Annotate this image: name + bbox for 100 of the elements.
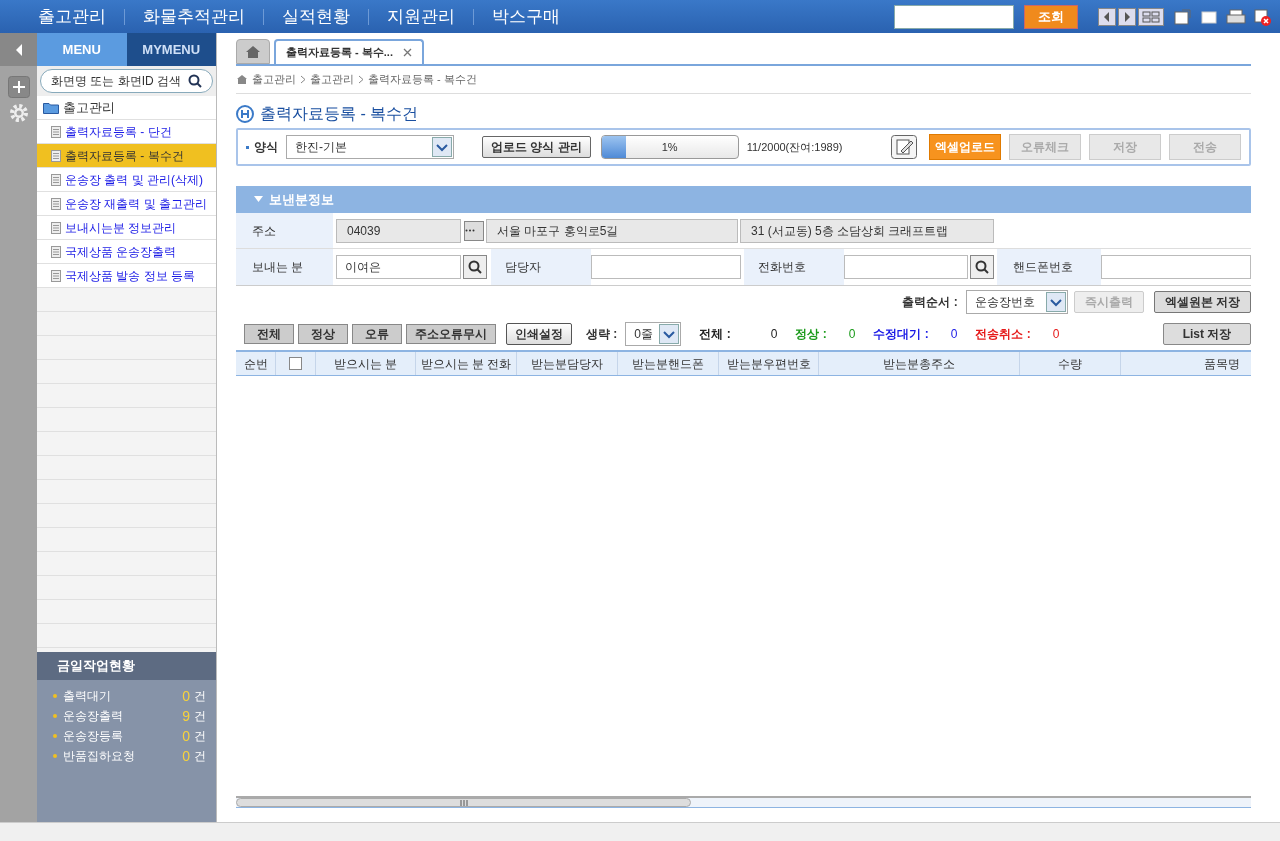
breadcrumb-item[interactable]: 출고관리 — [252, 71, 296, 88]
field-label: 생략 : — [586, 326, 618, 343]
menu-link[interactable]: 박스구매 — [474, 3, 578, 30]
chevron-icon — [300, 75, 306, 84]
print-settings-button[interactable]: 인쇄설정 — [506, 323, 572, 345]
summary-count: 0 — [848, 326, 856, 343]
summary-count: 0 — [950, 326, 958, 343]
edit-icon[interactable] — [891, 135, 917, 159]
page-tab[interactable]: 출력자료등록 - 복수... — [274, 39, 424, 64]
next-icon[interactable] — [1118, 7, 1136, 26]
menu-tab[interactable]: MYMENU — [126, 33, 216, 66]
close-icon[interactable] — [402, 48, 412, 57]
search-button[interactable] — [970, 255, 994, 279]
previous-icon[interactable] — [1098, 7, 1116, 26]
home-icon — [245, 44, 261, 59]
document-icon — [51, 173, 61, 186]
column-header[interactable]: 받는분담당자 — [531, 354, 603, 373]
search-icon[interactable] — [188, 74, 202, 88]
skip-select[interactable]: 0줄 — [625, 322, 682, 346]
status-unit: 건 — [194, 748, 206, 765]
document-icon — [51, 125, 61, 138]
column-header[interactable]: 받는분총주소 — [883, 354, 955, 373]
search-icon — [468, 260, 482, 274]
status-label: 운송장출력 — [63, 708, 124, 725]
select-all-checkbox[interactable] — [289, 357, 302, 370]
status-label: 반품집하요청 — [63, 748, 136, 765]
print-icon[interactable] — [1226, 7, 1246, 26]
column-header[interactable]: 품목명 — [1204, 354, 1240, 373]
column-header[interactable]: 수량 — [1058, 354, 1082, 373]
text-field[interactable]: 이여은 — [336, 255, 461, 279]
document-icon — [51, 221, 61, 234]
field-label: 주소 — [236, 213, 333, 248]
field-label: 핸드폰번호 — [997, 249, 1101, 285]
home-icon — [236, 74, 248, 85]
search-button[interactable] — [463, 255, 487, 279]
order-select[interactable]: 운송장번호 — [965, 290, 1068, 314]
readonly-field: 31 (서교동) 5층 소담상회 크래프트랩 — [740, 218, 994, 243]
form-select[interactable]: 한진-기본 — [286, 135, 454, 159]
popup-icon[interactable] — [1174, 7, 1192, 26]
title-logo-icon — [236, 105, 254, 123]
collapse-button[interactable] — [0, 33, 37, 66]
breadcrumb-item[interactable]: 출력자료등록 - 복수건 — [368, 71, 477, 88]
readonly-field: 04039 — [336, 218, 461, 243]
home-tab[interactable] — [236, 39, 270, 64]
bullet-icon — [246, 145, 249, 149]
dropdown-icon — [432, 137, 452, 157]
output-button[interactable]: 엑셀원본 저장 — [1153, 291, 1251, 313]
menu-link[interactable]: 실적현황 — [264, 3, 368, 30]
column-header[interactable]: 받으시는 분 — [333, 354, 398, 373]
menu-link[interactable]: 출고관리 — [20, 3, 124, 30]
column-header[interactable]: 받으시는 분 전화 — [420, 354, 512, 373]
scrollbar-thumb[interactable] — [236, 798, 691, 807]
summary-count: 0 — [1052, 326, 1060, 343]
status-unit: 건 — [194, 688, 206, 705]
bullet-icon — [53, 734, 57, 738]
breadcrumb-item[interactable]: 출고관리 — [310, 71, 354, 88]
form-label: 양식 — [254, 139, 278, 156]
summary-label: 수정대기 : — [873, 326, 929, 343]
filter-button[interactable]: 전체 — [244, 324, 294, 344]
browse-button[interactable] — [464, 220, 484, 241]
field-label: 담당자 — [491, 249, 591, 285]
document-icon — [51, 197, 61, 210]
status-label: 출력대기 — [63, 688, 112, 705]
status-count: 0 — [182, 746, 190, 766]
list-save-button[interactable]: List 저장 — [1163, 323, 1251, 345]
summary-count: 0 — [770, 326, 778, 343]
bullet-icon — [53, 754, 57, 758]
section-title: 보낸분정보 — [269, 190, 334, 209]
status-unit: 건 — [194, 708, 206, 725]
plus-icon[interactable] — [7, 76, 30, 98]
more-icon — [465, 229, 475, 232]
summary-label: 전송취소 : — [975, 326, 1031, 343]
column-header[interactable]: 받는분우편번호 — [726, 354, 811, 373]
menu-link[interactable]: 지원관리 — [369, 3, 473, 30]
folder-icon — [43, 101, 59, 114]
grid-icon[interactable] — [1138, 7, 1164, 26]
status-count: 0 — [182, 686, 190, 706]
dropdown-icon — [659, 324, 680, 344]
search-field[interactable] — [894, 4, 1014, 29]
progress-reading: 1% — [660, 139, 679, 155]
filter-button[interactable]: 정상 — [298, 324, 348, 344]
grip-icon — [459, 799, 468, 806]
horizontal-scrollbar[interactable] — [236, 796, 1251, 808]
bullet-icon — [53, 714, 57, 718]
text-field[interactable] — [591, 255, 741, 279]
manage-button[interactable]: 업로드 양식 관리 — [482, 136, 591, 158]
menu-search-field[interactable]: 화면명 또는 화면ID 검색 — [40, 69, 213, 93]
text-field[interactable] — [1101, 255, 1251, 279]
status-count: 0 — [182, 726, 190, 746]
column-header[interactable]: 순번 — [243, 354, 268, 373]
text-field[interactable] — [844, 255, 968, 279]
column-header[interactable]: 받는분핸드폰 — [632, 354, 704, 373]
status-unit: 건 — [194, 728, 206, 745]
close-icon[interactable] — [1254, 7, 1272, 26]
menu-item[interactable]: 출력자료등록 - 복수건 — [37, 144, 216, 168]
filter-button[interactable]: 오류 — [352, 324, 402, 344]
filter-button[interactable]: 주소오류무시 — [406, 324, 496, 344]
bullet-icon — [53, 694, 57, 698]
menu-link[interactable]: 화물추적관리 — [125, 3, 263, 30]
summary-label: 정상 : — [795, 326, 827, 343]
